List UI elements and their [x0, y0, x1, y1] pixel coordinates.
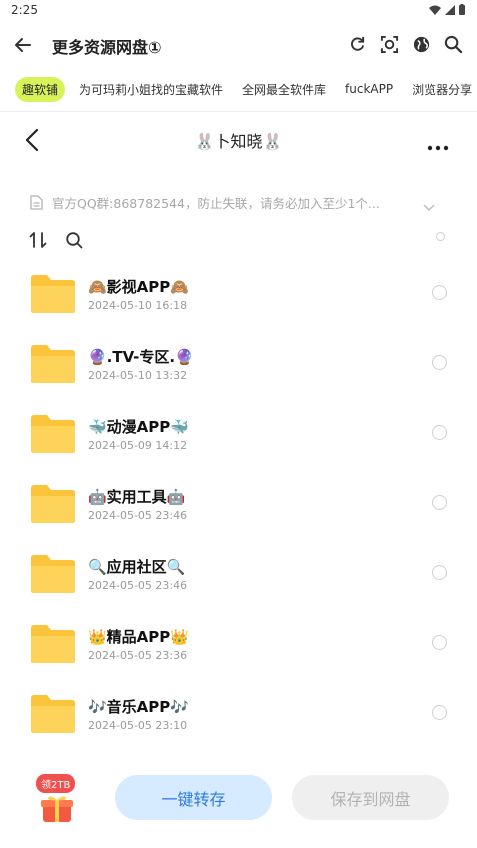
file-date: 2024-05-10 16:18	[88, 299, 188, 312]
chevron-down-icon[interactable]	[423, 197, 435, 212]
page-title: 更多资源网盘①	[52, 38, 162, 57]
share-notice[interactable]: 官方QQ群:868782544，防止失联，请务必加入至少1个...	[30, 192, 450, 212]
list-toolbar	[29, 230, 449, 252]
file-name: 🤖实用工具🤖	[88, 488, 186, 506]
status-bar: 2:25	[0, 0, 477, 22]
status-time: 2:25	[11, 3, 38, 17]
folder-icon	[31, 485, 75, 523]
select-radio[interactable]	[432, 425, 447, 440]
app-bar: 更多资源网盘①	[0, 24, 477, 68]
sort-icon[interactable]	[29, 231, 47, 249]
tab-browser-share[interactable]: 浏览器分享	[412, 81, 472, 98]
wifi-icon	[429, 5, 441, 15]
folder-icon	[31, 275, 75, 313]
gift-box-icon	[41, 796, 73, 822]
list-item[interactable]: 🐳动漫APP🐳 2024-05-09 14:12	[0, 398, 477, 468]
share-header: 🐰卜知晓🐰	[0, 118, 477, 162]
tab-treasure-software[interactable]: 为可玛莉小姐找的宝藏软件	[79, 81, 223, 98]
tab-fuckapp[interactable]: fuckAPP	[345, 82, 393, 96]
one-click-save-button[interactable]: 一键转存	[115, 775, 272, 820]
signal-icon	[445, 4, 455, 15]
list-item[interactable]: 👑精品APP👑 2024-05-05 23:36	[0, 608, 477, 678]
list-item[interactable]: 🙈影视APP🙈 2024-05-10 16:18	[0, 258, 477, 328]
share-title: 🐰卜知晓🐰	[194, 132, 283, 151]
file-date: 2024-05-05 23:36	[88, 649, 188, 662]
file-name: 🐳动漫APP🐳	[88, 418, 189, 436]
tab-software-library[interactable]: 全网最全软件库	[242, 81, 326, 98]
folder-icon	[31, 415, 75, 453]
select-radio[interactable]	[432, 635, 447, 650]
file-date: 2024-05-09 14:12	[88, 439, 188, 452]
file-date: 2024-05-05 23:46	[88, 579, 188, 592]
file-date: 2024-05-05 23:46	[88, 509, 188, 522]
divider	[0, 111, 477, 112]
list-item[interactable]: 🎶音乐APP🎶 2024-05-05 23:10	[0, 678, 477, 748]
globe-icon[interactable]	[412, 35, 431, 54]
gift-badge: 领2TB	[36, 774, 76, 793]
folder-icon	[31, 345, 75, 383]
search-files-icon[interactable]	[65, 231, 83, 249]
select-radio[interactable]	[432, 285, 447, 300]
system-icons	[429, 4, 465, 15]
document-icon	[30, 194, 43, 210]
appbar-actions	[348, 35, 463, 54]
back-arrow-icon[interactable]	[12, 34, 34, 56]
file-name: 🔍应用社区🔍	[88, 558, 186, 576]
file-date: 2024-05-10 13:32	[88, 369, 188, 382]
select-radio[interactable]	[432, 565, 447, 580]
select-radio[interactable]	[432, 355, 447, 370]
folder-icon	[31, 695, 75, 733]
file-date: 2024-05-05 23:10	[88, 719, 188, 732]
battery-icon	[459, 4, 465, 15]
file-name: 👑精品APP👑	[88, 628, 189, 646]
tab-qu-ruan-pu[interactable]: 趣软铺	[15, 76, 66, 102]
select-all-radio[interactable]	[436, 232, 445, 241]
chevron-left-icon[interactable]	[22, 127, 42, 153]
folder-icon	[31, 555, 75, 593]
list-item[interactable]: 🤖实用工具🤖 2024-05-05 23:46	[0, 468, 477, 538]
refresh-icon[interactable]	[348, 35, 367, 54]
gift-promo[interactable]: 领2TB	[32, 774, 82, 830]
folder-icon	[31, 625, 75, 663]
file-name: 🎶音乐APP🎶	[88, 698, 189, 716]
save-to-drive-button[interactable]: 保存到网盘	[292, 775, 449, 820]
notice-text: 官方QQ群:868782544，防止失联，请务必加入至少1个...	[52, 195, 380, 211]
more-options-icon[interactable]	[427, 136, 449, 151]
screenshot-icon[interactable]	[380, 35, 399, 54]
list-item[interactable]: 🔍应用社区🔍 2024-05-05 23:46	[0, 538, 477, 608]
source-tabs: 趣软铺 为可玛莉小姐找的宝藏软件 全网最全软件库 fuckAPP 浏览器分享	[0, 72, 477, 106]
file-name: 🔮.TV-专区.🔮	[88, 348, 194, 366]
select-radio[interactable]	[432, 705, 447, 720]
search-icon[interactable]	[444, 35, 463, 54]
file-name: 🙈影视APP🙈	[88, 278, 189, 296]
select-radio[interactable]	[432, 495, 447, 510]
list-item[interactable]: 🔮.TV-专区.🔮 2024-05-10 13:32	[0, 328, 477, 398]
